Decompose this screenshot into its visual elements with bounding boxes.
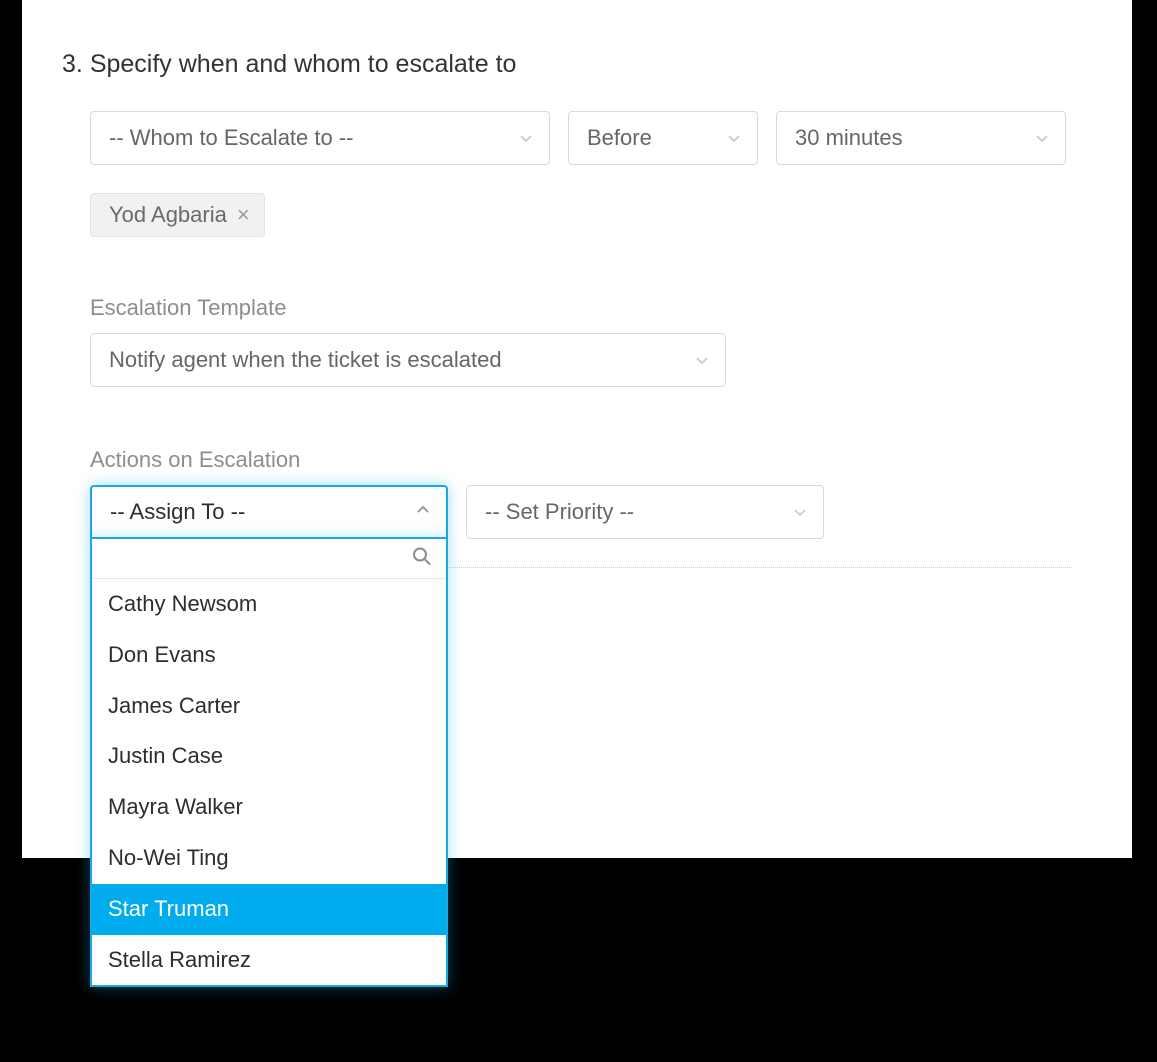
chevron-down-icon <box>693 351 711 369</box>
escalate-row: -- Whom to Escalate to -- Before 30 minu… <box>90 111 1072 165</box>
when-select[interactable]: Before <box>568 111 758 165</box>
assign-to-placeholder: -- Assign To -- <box>110 499 245 525</box>
chevron-up-icon <box>414 499 432 525</box>
step-title: 3. Specify when and whom to escalate to <box>62 50 1072 79</box>
escalation-template-value: Notify agent when the ticket is escalate… <box>109 347 502 373</box>
escalation-template-select[interactable]: Notify agent when the ticket is escalate… <box>90 333 726 387</box>
chip-label: Yod Agbaria <box>109 202 227 228</box>
assign-to-option[interactable]: Stella Ramirez <box>92 935 446 986</box>
chevron-down-icon <box>791 503 809 521</box>
dropdown-search-row <box>92 539 446 579</box>
whom-to-escalate-select[interactable]: -- Whom to Escalate to -- <box>90 111 550 165</box>
actions-on-escalation-label: Actions on Escalation <box>90 447 1072 473</box>
assign-to-option[interactable]: Justin Case <box>92 731 446 782</box>
chevron-down-icon <box>1033 129 1051 147</box>
duration-select[interactable]: 30 minutes <box>776 111 1066 165</box>
escalation-target-chip[interactable]: Yod Agbaria × <box>90 193 265 237</box>
assign-to-dropdown: Cathy NewsomDon EvansJames CarterJustin … <box>90 539 448 987</box>
escalation-panel: 3. Specify when and whom to escalate to … <box>22 0 1132 858</box>
assign-to-option[interactable]: Don Evans <box>92 630 446 681</box>
escalation-template-label: Escalation Template <box>90 295 1072 321</box>
when-value: Before <box>587 125 652 151</box>
assign-to-option[interactable]: James Carter <box>92 681 446 732</box>
step-number: 3. <box>62 50 83 78</box>
escalation-target-chips: Yod Agbaria × <box>90 193 1072 237</box>
actions-row: -- Assign To -- Cathy NewsomDon EvansJam… <box>90 485 1072 539</box>
assign-to-option[interactable]: Mayra Walker <box>92 782 446 833</box>
assign-to-option[interactable]: Star Truman <box>92 884 446 935</box>
chevron-down-icon <box>725 129 743 147</box>
assign-to-select[interactable]: -- Assign To -- <box>90 485 448 539</box>
remove-chip-icon[interactable]: × <box>237 204 250 226</box>
dropdown-search-input[interactable] <box>102 547 436 570</box>
whom-to-escalate-value: -- Whom to Escalate to -- <box>109 125 354 151</box>
assign-to-option[interactable]: Cathy Newsom <box>92 579 446 630</box>
assign-to-wrap: -- Assign To -- Cathy NewsomDon EvansJam… <box>90 485 448 539</box>
duration-value: 30 minutes <box>795 125 903 151</box>
set-priority-select[interactable]: -- Set Priority -- <box>466 485 824 539</box>
step-title-text: Specify when and whom to escalate to <box>90 50 517 78</box>
set-priority-placeholder: -- Set Priority -- <box>485 499 634 525</box>
search-icon <box>412 546 432 571</box>
chevron-down-icon <box>517 129 535 147</box>
assign-to-option[interactable]: No-Wei Ting <box>92 833 446 884</box>
